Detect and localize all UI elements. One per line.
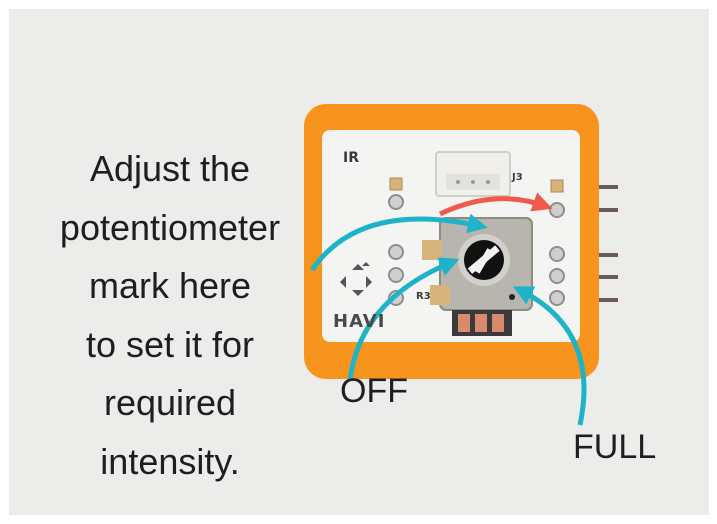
caption-line: required [103,382,237,423]
infographic: IR J3 R3 HAVI Adjust the potentiometer m… [0,0,717,524]
off-label: OFF [340,372,408,410]
caption-line: mark here [88,265,252,306]
board-logo-text: HAVI [333,311,386,332]
caption-line: intensity. [100,440,240,482]
caption-line: potentiometer [59,206,281,248]
caption-line: to set it for [85,323,255,365]
full-label: FULL [573,428,657,466]
header-pins [596,185,618,302]
board-ir-label: IR [343,150,359,166]
board-connector-label: J3 [512,172,523,183]
instruction-caption: Adjust the potentiometer mark here to se… [20,140,320,491]
board-resistor-label: R3 [416,291,431,302]
connector-j3 [435,151,511,197]
caption-line: Adjust the [89,148,251,189]
